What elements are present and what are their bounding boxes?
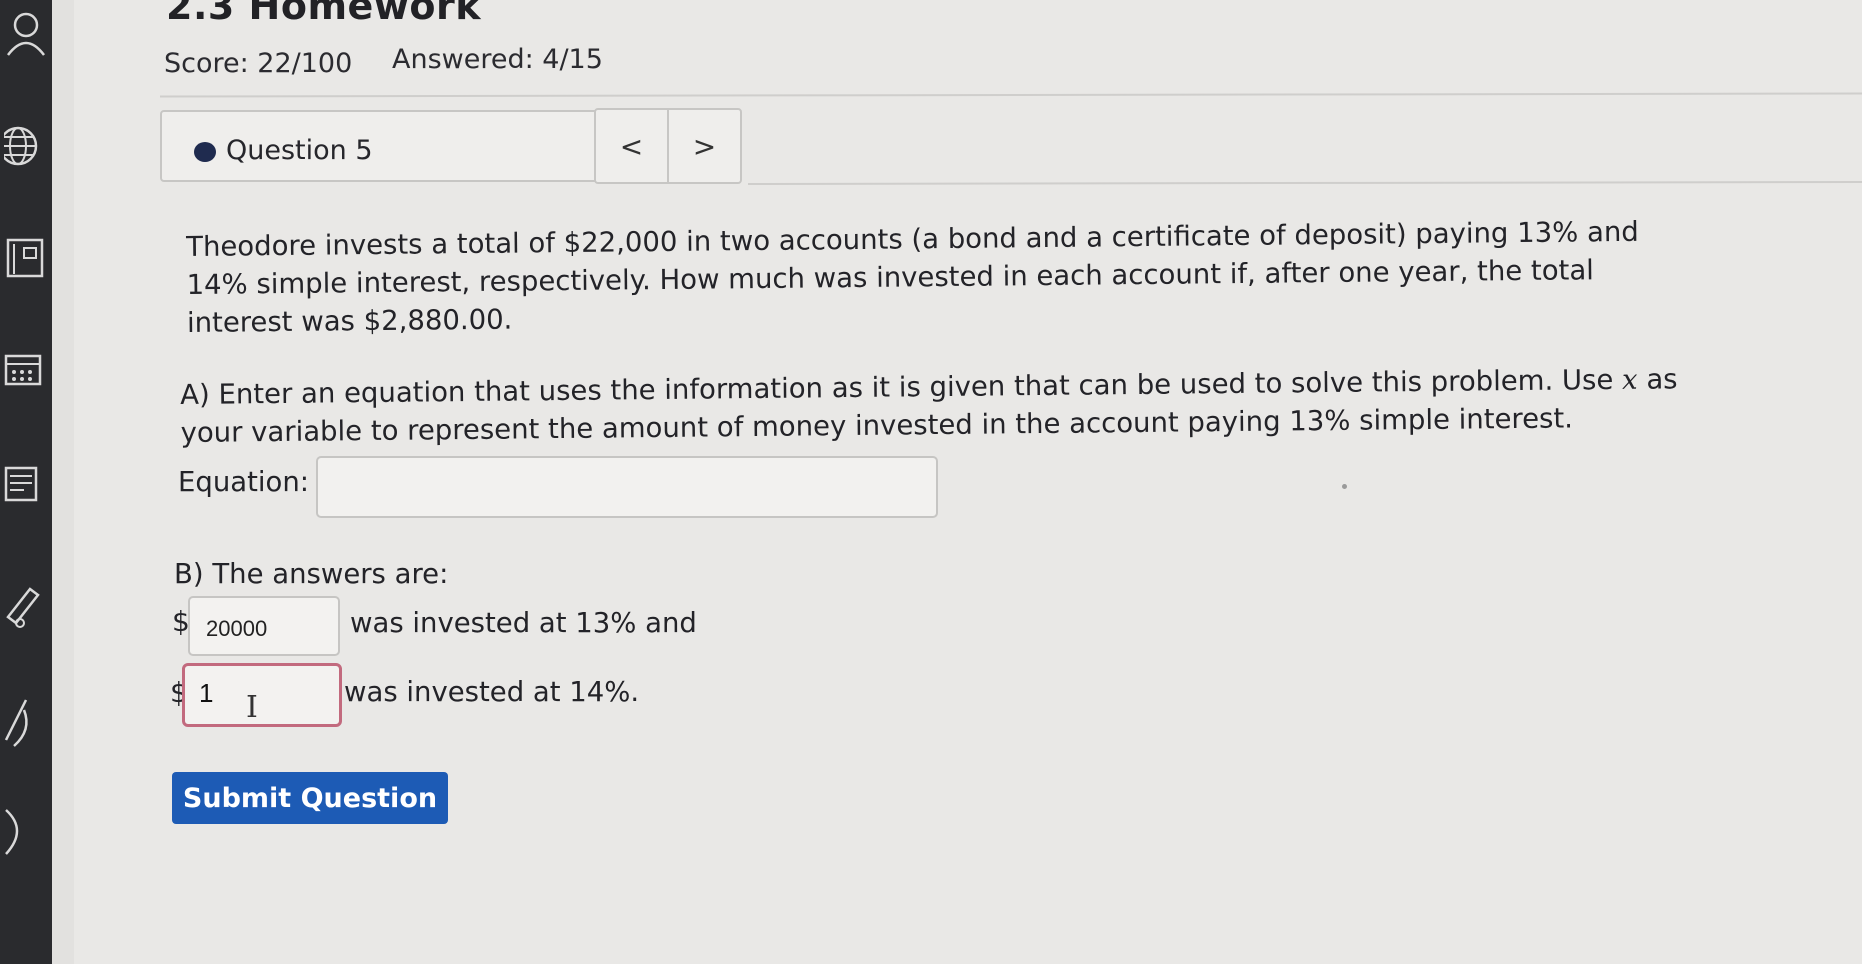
- help-icon[interactable]: [0, 800, 52, 860]
- edit-icon[interactable]: [0, 576, 52, 636]
- equation-input[interactable]: [316, 456, 938, 518]
- gradebook-icon[interactable]: [0, 228, 52, 288]
- screen-speck: [1342, 484, 1347, 489]
- header-divider: [159, 92, 1862, 98]
- sidebar-gutter: [52, 0, 74, 964]
- answered-label: Answered: 4/15: [392, 44, 603, 75]
- question-status-dot: [194, 142, 216, 162]
- question-selector[interactable]: Question 5 ▼: [160, 110, 648, 182]
- amount-13-input[interactable]: 20000: [188, 596, 340, 656]
- amount-14-input[interactable]: 1: [182, 663, 342, 727]
- calendar-icon[interactable]: [0, 340, 52, 400]
- variable-x: x: [1621, 363, 1638, 396]
- homework-content: 2.3 Homework Score: 22/100 Answered: 4/1…: [74, 0, 1862, 964]
- previous-question-button[interactable]: <: [596, 110, 669, 182]
- globe-icon[interactable]: [0, 116, 52, 176]
- part-a-instructions: A) Enter an equation that uses the infor…: [180, 360, 1741, 452]
- next-question-button[interactable]: >: [669, 110, 740, 182]
- equation-label: Equation:: [178, 466, 310, 498]
- problem-statement: Theodore invests a total of $22,000 in t…: [186, 215, 1639, 339]
- text-cursor-icon: I: [246, 690, 258, 725]
- tools-icon[interactable]: [0, 690, 52, 750]
- amount-13-label: was invested at 13% and: [350, 607, 697, 639]
- left-sidebar: [0, 0, 52, 964]
- page-title: 2.3 Homework: [166, 0, 482, 28]
- submit-question-button[interactable]: Submit Question: [172, 772, 448, 824]
- question-divider: [747, 181, 1862, 185]
- question-nav-group: < >: [594, 108, 742, 184]
- score-label: Score: 22/100: [164, 48, 353, 79]
- user-icon[interactable]: [0, 4, 52, 64]
- messages-icon[interactable]: [0, 456, 52, 516]
- part-b-heading: B) The answers are:: [174, 558, 449, 590]
- question-selector-label: Question 5: [226, 135, 373, 166]
- amount-14-label: was invested at 14%.: [344, 676, 640, 708]
